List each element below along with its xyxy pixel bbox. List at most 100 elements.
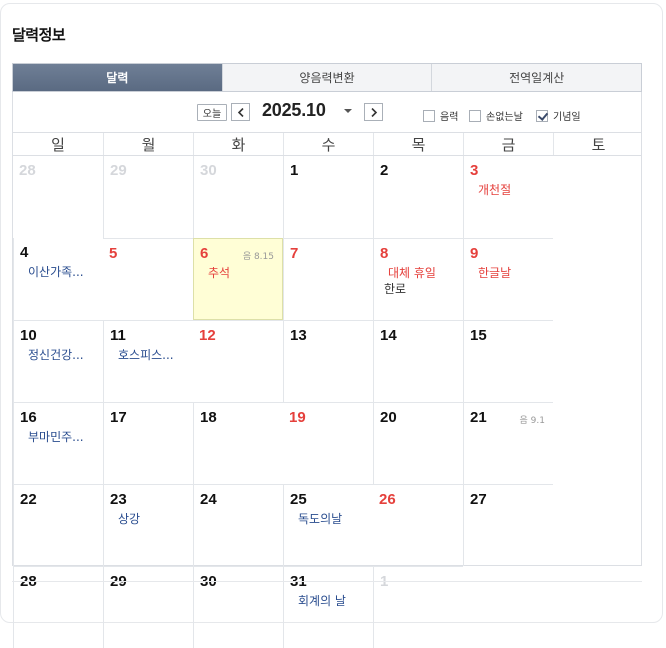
calendar-toolbar: 오늘 2025.10 음력 손없는날 기념일 <box>12 92 642 132</box>
lunar-date: 음 8.15 <box>242 252 274 262</box>
lunar-option[interactable]: 음력 <box>423 108 458 123</box>
day-cell[interactable]: 19 <box>283 402 373 484</box>
day-number: 26 <box>379 491 396 508</box>
lunar-checkbox[interactable] <box>423 109 435 122</box>
anniversary-option[interactable]: 기념일 <box>536 108 581 123</box>
day-cell[interactable]: 28 <box>13 156 103 238</box>
day-cell[interactable]: 11 호스피스... <box>103 320 193 402</box>
day-event[interactable]: 한글날 <box>470 265 550 281</box>
day-number: 10 <box>20 327 37 344</box>
day-cell[interactable]: 3 개천절 <box>463 156 553 238</box>
day-cell[interactable]: 1 <box>283 156 373 238</box>
current-month[interactable]: 2025.10 <box>262 100 326 121</box>
day-number: 5 <box>109 245 118 262</box>
weekday-thu: 목 <box>373 133 463 155</box>
weekday-fri: 금 <box>463 133 553 155</box>
tab-calendar[interactable]: 달력 <box>13 64 222 91</box>
chevron-left-icon <box>237 107 244 117</box>
day-cell[interactable]: 20 <box>373 402 463 484</box>
day-event[interactable]: 개천절 <box>470 182 550 198</box>
day-cell[interactable]: 29 <box>103 566 193 648</box>
caret-down-icon[interactable] <box>344 109 352 113</box>
today-button[interactable]: 오늘 <box>197 104 227 121</box>
page-title: 달력정보 <box>12 26 66 44</box>
day-number: 13 <box>290 327 307 344</box>
day-cell[interactable]: 13 <box>283 320 373 402</box>
day-cell[interactable]: 17 <box>103 402 193 484</box>
day-number: 17 <box>110 409 127 426</box>
day-number: 8 <box>380 245 389 262</box>
weekday-mon: 월 <box>103 133 193 155</box>
day-cell[interactable]: 21 음 9.1 <box>463 402 553 484</box>
day-cell[interactable]: 12 <box>193 320 283 402</box>
tab-lunar-converter[interactable]: 양음력변환 <box>221 64 432 91</box>
day-event[interactable]: 추석 <box>200 265 280 281</box>
day-number: 11 <box>110 327 126 344</box>
day-cell[interactable]: 26 <box>373 484 463 566</box>
day-cell[interactable]: 31 회계의 날 <box>283 566 373 648</box>
calendar-grid: 일 월 화 수 목 금 토 28 29 30 1 2 3 개천절 4 이산가족... 5 6 음 8.… <box>12 132 643 648</box>
weekday-sat: 토 <box>553 133 643 155</box>
day-number: 9 <box>470 245 479 262</box>
day-cell[interactable]: 10 정신건강... <box>13 320 103 402</box>
prev-month-button[interactable] <box>231 103 250 121</box>
day-event[interactable]: 호스피스... <box>110 347 190 363</box>
day-cell-today[interactable]: 6음 8.15 추석 <box>193 238 283 320</box>
day-cell[interactable]: 30 <box>193 156 283 238</box>
day-cell[interactable]: 2 <box>373 156 463 238</box>
day-number: 4 <box>20 244 29 261</box>
day-cell[interactable]: 4 이산가족... <box>13 238 103 320</box>
day-cell[interactable]: 1 <box>373 566 463 648</box>
day-event[interactable]: 한로 <box>380 281 460 297</box>
day-cell[interactable]: 24 <box>193 484 283 566</box>
day-cell[interactable]: 14 <box>373 320 463 402</box>
weekday-sun: 일 <box>51 135 65 154</box>
weekday-wed: 수 <box>283 133 373 155</box>
day-cell[interactable]: 15 <box>463 320 553 402</box>
tab-discharge-calculator[interactable]: 전역일계산 <box>431 64 642 91</box>
day-number: 19 <box>289 409 306 426</box>
next-month-button[interactable] <box>364 103 383 121</box>
day-cell[interactable]: 22 <box>13 484 103 566</box>
day-number: 24 <box>200 491 217 508</box>
day-cell[interactable]: 18 <box>193 402 283 484</box>
noson-option-label: 손없는날 <box>486 112 523 123</box>
day-event[interactable]: 대체 휴일 <box>380 265 460 281</box>
day-cell[interactable]: 16 부마민주... <box>13 402 103 484</box>
day-event[interactable]: 독도의날 <box>290 511 370 527</box>
day-event[interactable]: 상강 <box>110 511 190 527</box>
day-cell[interactable]: 27 <box>463 484 553 566</box>
day-number: 23 <box>110 491 127 508</box>
noson-option[interactable]: 손없는날 <box>469 108 523 123</box>
day-event[interactable]: 이산가족... <box>20 264 100 280</box>
anniversary-option-label: 기념일 <box>553 112 581 123</box>
day-number: 20 <box>380 409 397 426</box>
day-event[interactable]: 회계의 날 <box>290 593 370 609</box>
day-grid: 28 29 30 1 2 3 개천절 4 이산가족... 5 6 음 8.15 추석 7 8 대체 휴일 한로 9… <box>13 156 641 648</box>
day-cell[interactable]: 28 <box>13 566 103 648</box>
anniversary-checkbox[interactable] <box>536 109 548 122</box>
day-number: 22 <box>20 491 37 508</box>
day-number: 1 <box>290 162 299 179</box>
day-cell[interactable]: 9 한글날 <box>463 238 553 320</box>
day-cell[interactable]: 25 독도의날 <box>283 484 373 566</box>
day-number: 12 <box>199 327 216 344</box>
day-cell[interactable]: 30 <box>193 566 283 648</box>
day-cell[interactable]: 5 <box>103 238 193 320</box>
day-number: 18 <box>200 409 217 426</box>
day-number: 28 <box>19 162 36 179</box>
day-cell[interactable]: 23 상강 <box>103 484 193 566</box>
chevron-right-icon <box>370 107 377 117</box>
day-cell[interactable]: 7 <box>283 238 373 320</box>
day-event[interactable]: 부마민주... <box>20 429 100 445</box>
day-number: 16 <box>20 409 37 426</box>
day-number: 2 <box>380 162 389 179</box>
noson-checkbox[interactable] <box>469 109 481 122</box>
divider <box>12 581 642 582</box>
day-event[interactable]: 정신건강... <box>20 347 100 363</box>
day-number: 3 <box>470 162 479 179</box>
day-cell[interactable]: 29 <box>103 156 193 238</box>
lunar-option-label: 음력 <box>440 112 459 123</box>
day-cell[interactable]: 8 대체 휴일 한로 <box>373 238 463 320</box>
day-number: 14 <box>380 327 397 344</box>
